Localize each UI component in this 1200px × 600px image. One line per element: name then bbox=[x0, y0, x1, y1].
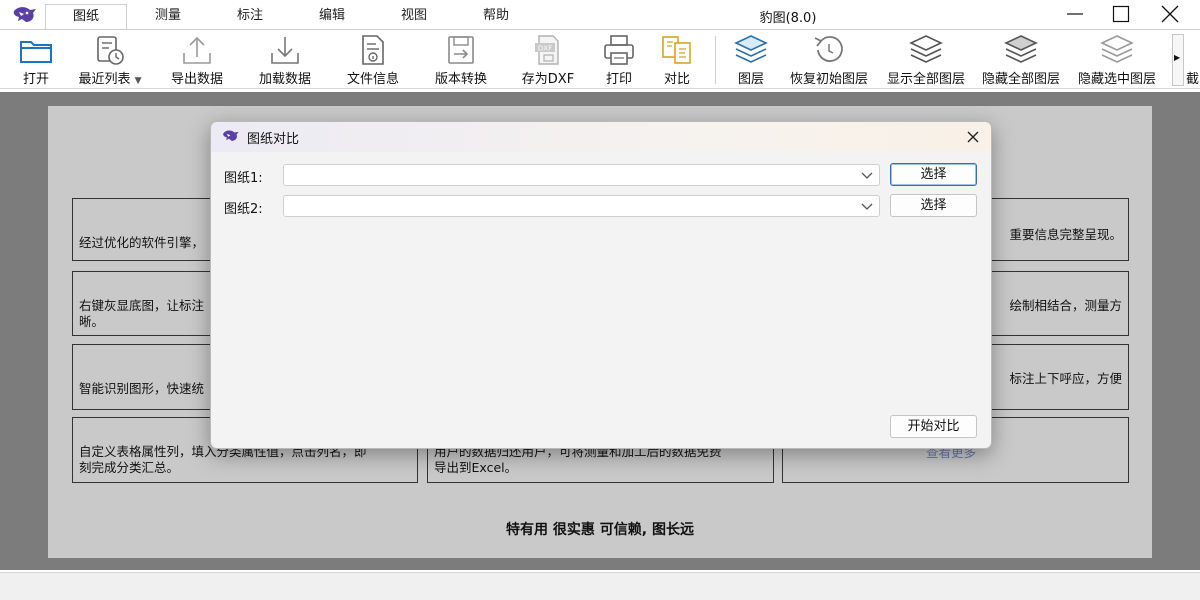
drawing1-select[interactable] bbox=[283, 164, 880, 186]
version-convert-button[interactable]: 版本转换 bbox=[424, 30, 498, 88]
layers-button[interactable]: 图层 bbox=[728, 30, 774, 88]
export-data-button[interactable]: 导出数据 bbox=[160, 30, 234, 88]
drawing2-select-button[interactable]: 选择 bbox=[890, 194, 977, 217]
recent-clock-icon bbox=[97, 36, 124, 65]
recent-list-label: 最近列表 bbox=[78, 72, 131, 87]
printer-icon bbox=[604, 35, 634, 65]
chevron-right-icon: ▶ bbox=[1174, 53, 1181, 62]
start-compare-button[interactable]: 开始对比 bbox=[890, 415, 977, 438]
leopard-logo-icon bbox=[223, 130, 239, 141]
slogan-text: 特有用 很实惠 可信赖, 图长远 bbox=[506, 522, 694, 538]
chevron-down-icon bbox=[861, 172, 873, 179]
status-bar bbox=[0, 572, 1200, 600]
chevron-down-icon: ▼ bbox=[134, 76, 142, 86]
restore-layers-button[interactable]: 恢复初始图层 bbox=[782, 30, 876, 88]
tab-view[interactable]: 视图 bbox=[373, 4, 455, 29]
folder-icon bbox=[20, 41, 52, 63]
load-data-button[interactable]: 加载数据 bbox=[248, 30, 322, 88]
hide-selected-layers-button[interactable]: 隐藏选中图层 bbox=[1071, 30, 1163, 88]
hide-selected-layers-icon bbox=[1100, 35, 1134, 63]
tab-drawing[interactable]: 图纸 bbox=[45, 4, 127, 29]
minimize-icon bbox=[1067, 13, 1083, 15]
svg-text:DXF: DXF bbox=[538, 45, 552, 53]
leopard-logo-icon bbox=[13, 7, 36, 23]
ribbon-more-label: 截 bbox=[1186, 72, 1200, 87]
dxf-icon: DXF bbox=[535, 35, 559, 65]
layers-icon bbox=[734, 35, 768, 63]
tab-edit[interactable]: 编辑 bbox=[291, 4, 373, 29]
drawing1-label: 图纸1: bbox=[224, 171, 263, 186]
hide-all-layers-icon bbox=[1004, 35, 1038, 63]
import-icon bbox=[271, 37, 299, 64]
feature-text: 导出到Excel。 bbox=[434, 460, 518, 475]
app-window: 图纸 测量 标注 编辑 视图 帮助 豹图(8.0) 打开 最近列表 ▼ 导出数据… bbox=[0, 0, 1200, 600]
print-button[interactable]: 打印 bbox=[596, 30, 642, 88]
title-bar: 图纸 测量 标注 编辑 视图 帮助 豹图(8.0) bbox=[0, 0, 1200, 29]
open-button[interactable]: 打开 bbox=[8, 30, 64, 88]
tab-measure[interactable]: 测量 bbox=[127, 4, 209, 29]
maximize-button[interactable] bbox=[1098, 2, 1144, 26]
drawing2-label: 图纸2: bbox=[224, 202, 263, 217]
maximize-icon bbox=[1112, 5, 1130, 23]
recent-list-button[interactable]: 最近列表 ▼ bbox=[70, 30, 150, 88]
compare-button[interactable]: 对比 bbox=[654, 30, 700, 88]
dialog-close-icon[interactable] bbox=[963, 127, 983, 147]
menu-tabs: 图纸 测量 标注 编辑 视图 帮助 bbox=[45, 4, 537, 29]
close-window-button[interactable] bbox=[1147, 2, 1193, 26]
compare-icon bbox=[662, 36, 691, 64]
tab-help[interactable]: 帮助 bbox=[455, 4, 537, 29]
ribbon-toolbar: 打开 最近列表 ▼ 导出数据 加载数据 文件信息 版本转换 DXF 存为DXF … bbox=[0, 29, 1200, 89]
hide-all-layers-button[interactable]: 隐藏全部图层 bbox=[975, 30, 1067, 88]
save-dxf-button[interactable]: DXF 存为DXF bbox=[512, 30, 584, 88]
ribbon-scroll-right-button[interactable]: ▶ bbox=[1172, 34, 1184, 86]
minimize-button[interactable] bbox=[1052, 2, 1098, 26]
compare-dialog: 图纸对比 图纸1: 选择 图纸2: 选择 开始对比 bbox=[210, 121, 992, 449]
show-all-layers-icon bbox=[909, 35, 943, 63]
dialog-title-bar: 图纸对比 bbox=[211, 122, 991, 152]
tab-annotate[interactable]: 标注 bbox=[209, 4, 291, 29]
drawing2-select[interactable] bbox=[283, 195, 880, 217]
file-info-icon bbox=[362, 35, 384, 65]
chevron-down-icon bbox=[861, 203, 873, 210]
close-icon bbox=[1161, 5, 1179, 23]
file-info-button[interactable]: 文件信息 bbox=[336, 30, 410, 88]
feature-text: 刻完成分类汇总。 bbox=[79, 460, 180, 475]
convert-icon bbox=[448, 36, 474, 64]
dialog-title: 图纸对比 bbox=[247, 132, 300, 147]
export-icon bbox=[183, 36, 211, 64]
show-all-layers-button[interactable]: 显示全部图层 bbox=[880, 30, 972, 88]
restore-layers-icon bbox=[814, 36, 843, 62]
ribbon-separator bbox=[715, 36, 716, 84]
drawing1-select-button[interactable]: 选择 bbox=[890, 163, 977, 186]
